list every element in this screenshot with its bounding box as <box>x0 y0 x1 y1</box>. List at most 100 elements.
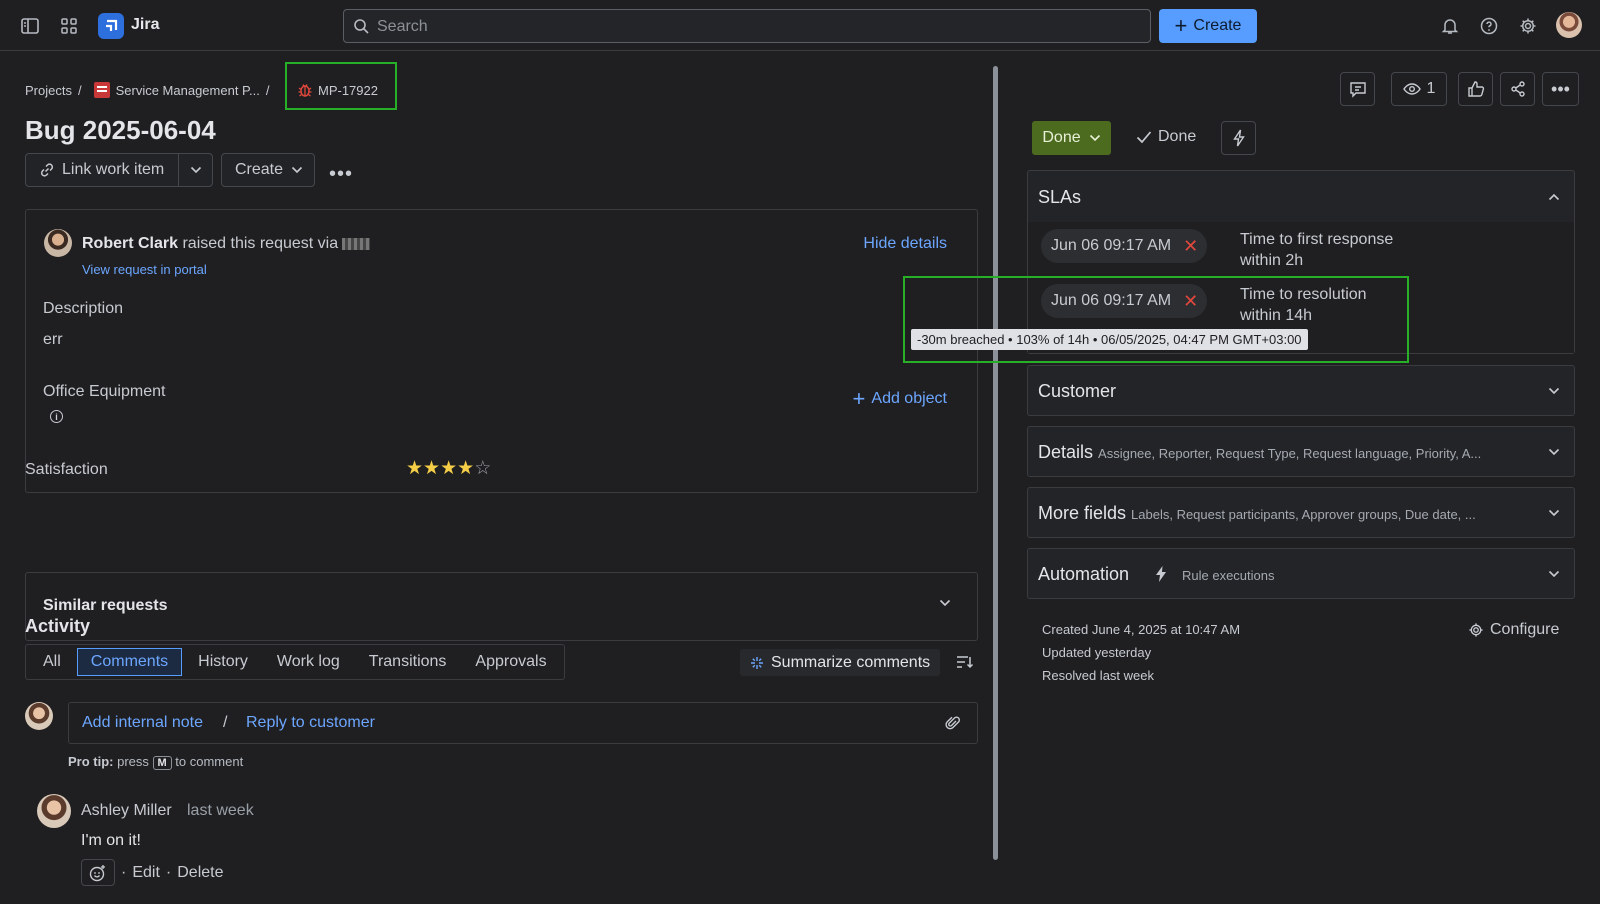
tab-history[interactable]: History <box>185 648 261 676</box>
similar-requests-label: Similar requests <box>43 597 168 614</box>
tab-work-log[interactable]: Work log <box>264 648 353 676</box>
action-separator: · <box>165 863 172 881</box>
comment-timestamp[interactable]: last week <box>187 802 254 820</box>
edit-comment-button[interactable]: Edit <box>132 864 160 882</box>
star-filled-icon: ★ <box>423 458 441 479</box>
sla-target: within 2h <box>1240 252 1304 269</box>
attachment-icon[interactable] <box>945 715 961 731</box>
bug-icon <box>298 84 312 97</box>
breadcrumb: Projects / Service Management P... / <box>25 82 270 98</box>
tab-all[interactable]: All <box>30 648 74 676</box>
search-input[interactable]: Search <box>343 9 1151 43</box>
settings-gear-icon[interactable] <box>1515 13 1541 39</box>
reply-to-customer-link[interactable]: Reply to customer <box>246 714 375 732</box>
create-dropdown-button[interactable]: Create <box>221 153 315 187</box>
chevron-down-icon <box>1548 570 1560 578</box>
link-work-item-dropdown[interactable] <box>178 153 213 187</box>
activity-tabs: All Comments History Work log Transition… <box>25 644 565 680</box>
commenter-avatar[interactable] <box>37 794 71 828</box>
help-icon[interactable] <box>1476 13 1502 39</box>
project-icon <box>93 82 110 98</box>
comment-composer[interactable]: Add internal note / Reply to customer <box>68 702 978 744</box>
slas-heading[interactable]: SLAs <box>1038 187 1081 208</box>
description-value[interactable]: err <box>43 331 63 349</box>
jira-logo-icon[interactable] <box>98 13 124 39</box>
details-title: Details <box>1038 442 1094 462</box>
description-label: Description <box>43 300 124 317</box>
keyboard-shortcut-key: M <box>152 756 172 770</box>
watch-button[interactable]: 1 <box>1391 72 1447 106</box>
tab-comments[interactable]: Comments <box>76 648 183 676</box>
create-button[interactable]: + Create <box>1159 9 1257 43</box>
automation-bolt-icon[interactable] <box>1221 121 1256 155</box>
sort-order-icon[interactable] <box>956 654 974 673</box>
satisfaction-rating[interactable]: ★★★★☆ <box>406 457 491 480</box>
more-fields-heading: More fields Labels, Request participants,… <box>1038 503 1476 524</box>
customer-panel[interactable]: Customer <box>1027 365 1575 416</box>
ai-sparkle-icon <box>751 656 763 669</box>
app-name[interactable]: Jira <box>131 16 159 34</box>
resolution-label: Done <box>1158 128 1197 145</box>
requester-name[interactable]: Robert Clark <box>82 235 178 252</box>
status-dropdown-button[interactable]: Done <box>1032 121 1111 155</box>
pro-tip-text: to comment <box>171 754 244 769</box>
pro-tip-text: press <box>113 754 153 769</box>
add-object-button[interactable]: + Add object <box>852 386 947 411</box>
similar-requests-section[interactable]: Similar requests <box>25 572 978 641</box>
share-icon[interactable] <box>1500 72 1535 106</box>
chevron-down-icon <box>190 166 201 174</box>
sidebar-toggle-icon[interactable] <box>17 13 43 39</box>
view-request-in-portal-link[interactable]: View request in portal <box>82 262 207 277</box>
automation-panel[interactable]: Automation Rule executions <box>1027 548 1575 599</box>
plus-icon: + <box>852 386 866 411</box>
add-reaction-icon[interactable] <box>81 859 115 886</box>
tab-transitions[interactable]: Transitions <box>356 648 460 676</box>
info-icon[interactable]: i <box>50 410 63 423</box>
more-options-icon[interactable]: ••• <box>1542 72 1579 106</box>
chevron-down-icon <box>939 599 951 607</box>
add-internal-note-link[interactable]: Add internal note <box>82 714 203 732</box>
channel-icon <box>342 237 371 250</box>
details-heading: Details Assignee, Reporter, Request Type,… <box>1038 442 1481 463</box>
raised-via-text: raised this request via <box>178 235 339 252</box>
sla-time-chip[interactable]: Jun 06 09:17 AM ✕ <box>1041 229 1207 263</box>
thumbs-up-icon[interactable] <box>1458 72 1493 106</box>
issue-title[interactable]: Bug 2025-06-04 <box>25 115 216 146</box>
hide-details-link[interactable]: Hide details <box>863 235 947 253</box>
breadcrumb-projects[interactable]: Projects <box>25 83 72 98</box>
summarize-comments-label: Summarize comments <box>771 653 931 671</box>
app-switcher-icon[interactable] <box>56 13 82 39</box>
sla-breach-tooltip: -30m breached • 103% of 14h • 06/05/2025… <box>911 329 1308 350</box>
automation-heading: Automation <box>1038 564 1130 584</box>
chevron-up-icon[interactable] <box>1548 193 1560 201</box>
summarize-comments-button[interactable]: Summarize comments <box>740 649 941 676</box>
scrollbar-thumb[interactable] <box>993 66 998 860</box>
delete-comment-button[interactable]: Delete <box>177 864 223 882</box>
breached-x-icon: ✕ <box>1183 235 1199 256</box>
feedback-icon[interactable] <box>1340 72 1375 106</box>
issue-side-panel: 1 ••• Done Done SLAs Jun 06 09:17 AM ✕ T… <box>1000 52 1600 904</box>
notifications-bell-icon[interactable] <box>1437 13 1463 39</box>
lightning-bolt-icon <box>1156 566 1166 582</box>
current-user-avatar <box>25 702 53 730</box>
configure-button[interactable]: Configure <box>1468 621 1559 639</box>
breadcrumb-project[interactable]: Service Management P... <box>116 83 260 98</box>
link-work-item-button[interactable]: Link work item <box>25 153 179 187</box>
sla-goal: Time to first response <box>1240 231 1394 248</box>
requester-avatar[interactable] <box>44 229 72 257</box>
raised-by-text: Robert Clark raised this request via <box>82 235 371 253</box>
star-empty-icon: ☆ <box>474 458 492 479</box>
user-avatar[interactable] <box>1556 12 1582 38</box>
comment-author[interactable]: Ashley Miller <box>81 802 172 820</box>
more-fields-panel[interactable]: More fields Labels, Request participants,… <box>1027 487 1575 538</box>
chevron-down-icon <box>291 166 303 174</box>
add-object-label: Add object <box>871 390 947 407</box>
resolved-date: Resolved last week <box>1042 668 1154 683</box>
details-panel[interactable]: Details Assignee, Reporter, Request Type,… <box>1027 426 1575 477</box>
tab-approvals[interactable]: Approvals <box>462 648 559 676</box>
more-actions-icon[interactable]: ••• <box>329 163 353 186</box>
eye-icon <box>1402 83 1421 95</box>
link-icon <box>40 163 54 177</box>
breadcrumb-issue-key[interactable]: MP-17922 <box>297 82 378 98</box>
more-fields-summary: Labels, Request participants, Approver g… <box>1131 507 1476 522</box>
